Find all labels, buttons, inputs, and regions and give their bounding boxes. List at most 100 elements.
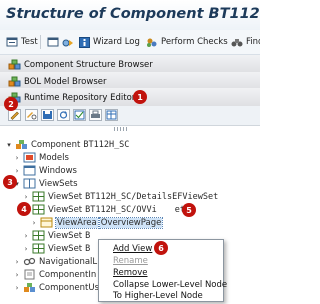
change-display-button[interactable] [25,109,38,121]
node-label: Models [39,152,69,163]
tree-node-models[interactable]: › Models [13,151,69,164]
tree-node-navigational-links[interactable]: › NavigationalL [13,255,98,268]
node-value: BT112H_SC/OVVi [85,204,157,215]
app-toolbar: Test Wizard Log Perform Checks Fin [0,30,260,55]
node-label: Component [31,139,81,150]
viewset-grid-icon [32,230,45,241]
wizard-log-label: Wizard Log [93,37,140,47]
tree-node-viewarea-overviewpage[interactable]: › ViewArea OverviewPage [30,216,164,229]
test-label: Test [21,37,38,47]
tree-node-windows[interactable]: › Windows [13,164,77,177]
print-button[interactable] [89,109,102,121]
floppy-icon [43,111,52,119]
component-icon [16,140,27,149]
collapsed-arrow-icon[interactable]: › [22,245,30,253]
panel-runtime-repository-editor[interactable]: Runtime Repository Editor [0,88,260,108]
tree-node-viewset-3[interactable]: › ViewSet B [22,229,90,242]
callout-badge-6: 6 [154,241,168,255]
viewset-grid-icon [32,243,45,254]
tree-node-component-usages[interactable]: › ComponentUs [13,281,99,294]
tree-node-viewset-ovview[interactable]: ▾ ViewSet BT112H_SC/OVVi et [22,203,185,216]
window-icon [23,165,36,176]
tree-node-viewset-details[interactable]: › ViewSet BT112H_SC/DetailsEFViewSet [22,190,218,203]
grid-check-icon [74,110,85,120]
callout-badge-3: 3 [3,175,17,189]
node-label: ViewSet [48,230,83,241]
callout-badge-2: 2 [4,97,18,111]
window-icon [47,37,59,46]
binoculars-icon [231,38,243,46]
layout-button[interactable] [105,109,118,121]
info-icon [79,36,90,48]
node-label: ViewSet [48,243,83,254]
callout-badge-5: 5 [182,203,196,217]
viewset-grid-icon [32,191,45,202]
toolbar-separator [40,35,41,49]
test-button[interactable]: Test [6,36,38,48]
node-label: NavigationalL [39,256,98,267]
glasses-pencil-icon [27,112,37,120]
viewarea-icon [40,217,53,228]
node-label: ComponentIn [39,269,97,280]
document-icon [24,269,35,280]
collapsed-arrow-icon[interactable]: › [22,232,30,240]
node-label: ViewSet [48,204,83,215]
viewsets-icon [23,178,36,189]
pencil-icon [10,111,19,120]
node-value: BT112H_SC/DetailsEFViewSet [85,191,219,202]
collapsed-arrow-icon[interactable]: › [13,258,21,266]
viewset-grid-icon [32,204,45,215]
collapsed-arrow-icon[interactable]: › [22,193,30,201]
window-title: Structure of Component BT112H_SC - Enha [6,6,260,22]
transport-button[interactable] [62,36,74,48]
component-icon [8,76,21,86]
perform-checks-label: Perform Checks [161,37,228,47]
wizard-log-button[interactable]: Wizard Log [79,36,140,48]
tree-node-component[interactable]: ▾ Component BT112H_SC [5,138,129,151]
collapsed-arrow-icon[interactable]: › [30,219,38,227]
find-button[interactable]: Find [231,36,260,48]
perform-checks-button[interactable]: Perform Checks [146,36,228,48]
node-label: ViewSets [39,178,78,189]
models-icon [23,152,36,163]
node-value: B [85,230,91,241]
node-label: Windows [39,165,77,176]
checks-icon [147,38,157,47]
callout-badge-4: 4 [17,202,31,216]
collapsed-arrow-icon[interactable]: › [13,271,21,279]
title-bar: Structure of Component BT112H_SC - Enha [0,0,260,31]
refresh-icon [59,111,68,119]
display-toggle-button[interactable] [47,36,59,48]
table-icon [106,110,117,120]
printer-icon [91,110,100,118]
expanded-arrow-icon[interactable]: ▾ [5,141,13,149]
tree-toolbar [0,106,260,126]
test-icon [6,37,18,46]
splitter-grip[interactable] [114,127,128,131]
check-button[interactable] [73,109,86,121]
collapsed-arrow-icon[interactable]: › [13,284,21,292]
node-value: B [85,243,91,254]
node-value: OverviewPage [98,216,164,229]
collapsed-arrow-icon[interactable]: › [13,167,21,175]
component-icon [8,59,21,69]
panel-label: Component Structure Browser [24,59,153,70]
panel-label: BOL Model Browser [24,76,107,87]
panel-label: Runtime Repository Editor [24,92,136,103]
find-label: Find [246,37,260,47]
tree-node-viewset-4[interactable]: › ViewSet B [22,242,90,255]
menu-item-to-higher-level[interactable]: To Higher-Level Node [113,291,203,304]
component-icon [24,283,35,292]
tree-node-viewsets[interactable]: ▾ ViewSets [13,177,78,190]
refresh-button[interactable] [57,109,70,121]
node-label: ComponentUs [39,282,99,293]
save-button[interactable] [41,109,54,121]
callout-badge-1: 1 [133,90,147,104]
node-value: BT112H_SC [83,139,130,150]
node-label: ViewSet [48,191,83,202]
node-label: ViewArea [55,216,99,229]
collapsed-arrow-icon[interactable]: › [13,154,21,162]
link-icon [23,257,36,266]
transport-icon [62,39,73,46]
tree-node-component-interface[interactable]: › ComponentIn [13,268,96,281]
